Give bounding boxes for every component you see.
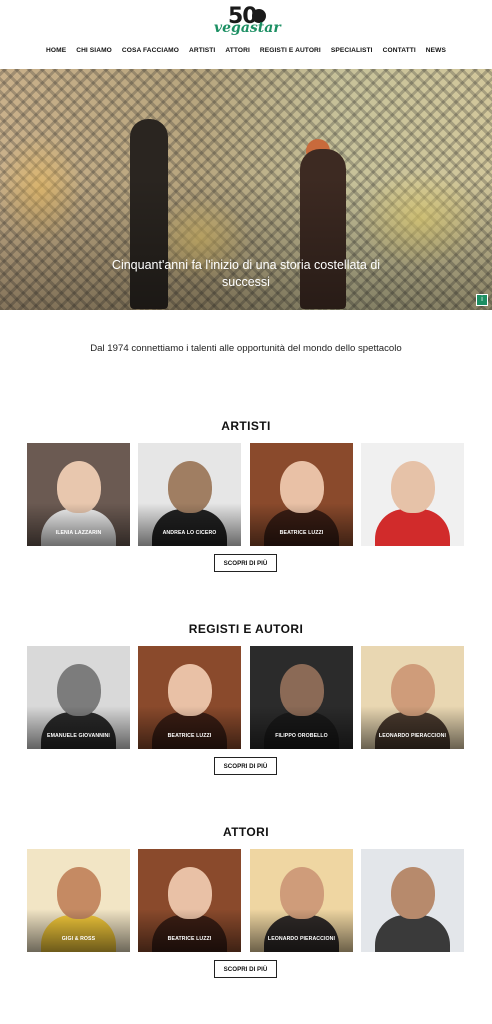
card-gradient bbox=[361, 706, 464, 749]
hero-caption: Cinquant'anni fa l'inizio di una storia … bbox=[111, 258, 381, 289]
card-gradient bbox=[138, 706, 241, 749]
scopri-di-piu-button[interactable]: SCOPRI DI PIÙ bbox=[214, 554, 277, 572]
scopri-di-piu-button[interactable]: SCOPRI DI PIÙ bbox=[214, 757, 277, 775]
intro-text: Dal 1974 connettiamo i talenti alle oppo… bbox=[90, 343, 402, 354]
nav-news[interactable]: NEWS bbox=[426, 47, 446, 54]
talent-name: GIGI & ROSS bbox=[61, 936, 96, 942]
talent-name: ILENIA LAZZARIN bbox=[55, 530, 102, 536]
nav-contatti[interactable]: CONTATTI bbox=[383, 47, 416, 54]
talent-name: LEONARDO PIERACCIONI bbox=[267, 936, 336, 942]
nav-cosa-facciamo[interactable]: COSA FACCIAMO bbox=[122, 47, 179, 54]
talent-photo-face bbox=[391, 867, 435, 919]
nav-attori[interactable]: ATTORI bbox=[225, 47, 250, 54]
talent-card[interactable]: ILENIA LAZZARIN bbox=[27, 443, 130, 546]
talent-card[interactable]: FILIPPO OROBELLO bbox=[250, 646, 353, 749]
talent-card[interactable] bbox=[361, 443, 464, 546]
talent-card[interactable]: LEONARDO PIERACCIONI bbox=[361, 646, 464, 749]
talent-name: BEATRICE LUZZI bbox=[167, 936, 212, 942]
talent-name: LEONARDO PIERACCIONI bbox=[378, 733, 447, 739]
talent-name: FILIPPO OROBELLO bbox=[275, 733, 328, 739]
card-gradient bbox=[138, 503, 241, 546]
nav-artisti[interactable]: ARTISTI bbox=[189, 47, 215, 54]
talent-card[interactable]: GIGI & ROSS bbox=[27, 849, 130, 952]
info-icon[interactable]: i bbox=[476, 294, 488, 306]
talent-card[interactable]: LEONARDO PIERACCIONI bbox=[250, 849, 353, 952]
section-title: ATTORI bbox=[223, 825, 269, 839]
card-gradient bbox=[27, 909, 130, 952]
card-gradient bbox=[27, 706, 130, 749]
section-title: REGISTI E AUTORI bbox=[188, 622, 304, 636]
talent-card[interactable]: BEATRICE LUZZI bbox=[138, 849, 241, 952]
nav-chi-siamo[interactable]: CHI SIAMO bbox=[76, 47, 112, 54]
talent-photo-face bbox=[391, 461, 435, 513]
main-nav: HOME CHI SIAMO COSA FACCIAMO ARTISTI ATT… bbox=[0, 47, 492, 54]
talent-photo-body bbox=[375, 509, 450, 546]
logo-brand: vegastar bbox=[214, 20, 281, 36]
card-gradient bbox=[250, 503, 353, 546]
talent-name: BEATRICE LUZZI bbox=[167, 733, 212, 739]
scopri-di-piu-button[interactable]: SCOPRI DI PIÙ bbox=[214, 960, 277, 978]
section-title: ARTISTI bbox=[221, 419, 271, 433]
talent-name: ANDREA LO CICERO bbox=[162, 530, 217, 536]
talent-card[interactable]: EMANUELE GIOVANNINI bbox=[27, 646, 130, 749]
hero-banner: Cinquant'anni fa l'inizio di una storia … bbox=[0, 69, 492, 310]
talent-photo-body bbox=[375, 915, 450, 952]
card-gradient bbox=[250, 706, 353, 749]
card-gradient bbox=[250, 909, 353, 952]
nav-specialisti[interactable]: SPECIALISTI bbox=[331, 47, 373, 54]
card-gradient bbox=[27, 503, 130, 546]
talent-card[interactable]: BEATRICE LUZZI bbox=[138, 646, 241, 749]
talent-card[interactable]: ANDREA LO CICERO bbox=[138, 443, 241, 546]
nav-registi-e-autori[interactable]: REGISTI E AUTORI bbox=[260, 47, 321, 54]
vegastar-logo[interactable]: 50 vegastar bbox=[214, 4, 281, 38]
talent-name: EMANUELE GIOVANNINI bbox=[47, 733, 110, 739]
site-header: 50 vegastar HOME CHI SIAMO COSA FACCIAMO… bbox=[0, 0, 492, 68]
card-gradient bbox=[138, 909, 241, 952]
nav-home[interactable]: HOME bbox=[46, 47, 66, 54]
talent-card[interactable] bbox=[361, 849, 464, 952]
talent-card[interactable]: BEATRICE LUZZI bbox=[250, 443, 353, 546]
talent-name: BEATRICE LUZZI bbox=[279, 530, 324, 536]
